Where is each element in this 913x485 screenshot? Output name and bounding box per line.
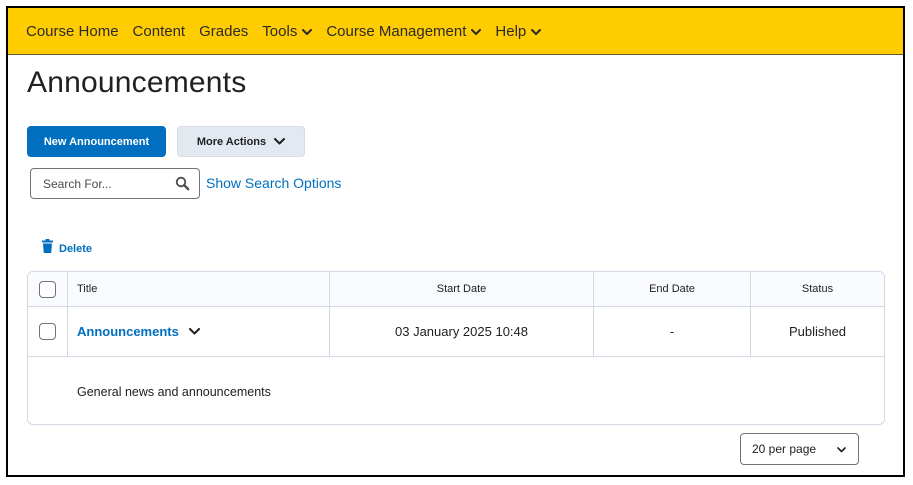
announcement-title-link[interactable]: Announcements — [77, 324, 179, 339]
row-start-date: 03 January 2025 10:48 — [330, 307, 594, 356]
search-box — [30, 168, 200, 199]
row-checkbox-cell — [28, 307, 68, 356]
nav-label: Help — [495, 22, 527, 40]
nav-label: Grades — [199, 22, 249, 40]
more-actions-label: More Actions — [196, 135, 267, 148]
course-navbar: Course Home Content Grades Tools Course … — [8, 8, 903, 55]
select-all-checkbox[interactable] — [39, 280, 56, 298]
row-status: Published — [788, 324, 847, 339]
search-icon[interactable] — [175, 176, 190, 196]
nav-content[interactable]: Content — [133, 23, 186, 40]
delete-label: Delete — [59, 242, 93, 255]
header-status: Status — [801, 283, 834, 295]
nav-label: Course Management — [326, 22, 467, 40]
nav-course-home[interactable]: Course Home — [26, 23, 119, 40]
show-search-options-link[interactable]: Show Search Options — [206, 175, 341, 191]
delete-button[interactable]: Delete — [42, 239, 92, 258]
chevron-down-icon[interactable] — [188, 328, 200, 335]
nav-tools[interactable]: Tools — [262, 22, 313, 40]
more-actions-button[interactable]: More Actions — [177, 126, 305, 157]
nav-grades[interactable]: Grades — [199, 23, 248, 40]
header-title: Title — [68, 272, 330, 306]
chevron-down-icon — [471, 23, 482, 40]
app-frame: Course Home Content Grades Tools Course … — [6, 6, 905, 477]
chevron-down-icon — [302, 23, 313, 40]
nav-label: Tools — [262, 22, 298, 40]
announcements-table: Title Start Date End Date Status Announc… — [27, 271, 885, 425]
nav-course-management[interactable]: Course Management — [326, 22, 482, 40]
row-description: General news and announcements — [77, 384, 271, 399]
new-announcement-button[interactable]: New Announcement — [27, 126, 166, 157]
nav-label: Course Home — [26, 22, 119, 40]
chevron-down-icon — [274, 136, 286, 148]
chevron-down-icon — [837, 442, 846, 456]
header-start-date: Start Date — [330, 272, 594, 306]
per-page-value: 20 per page — [752, 442, 817, 456]
trash-icon — [42, 239, 53, 258]
page-title: Announcements — [27, 66, 247, 99]
row-end-date: - — [594, 307, 751, 356]
row-checkbox[interactable] — [39, 323, 56, 340]
search-input[interactable] — [41, 175, 175, 192]
per-page-select[interactable]: 20 per page — [740, 433, 859, 465]
table-row: Announcements 03 January 2025 10:48 - Pu… — [28, 307, 884, 357]
header-end-date: End Date — [594, 272, 751, 306]
header-checkbox-cell — [28, 272, 68, 306]
chevron-down-icon — [531, 23, 542, 40]
nav-help[interactable]: Help — [495, 22, 542, 40]
table-header: Title Start Date End Date Status — [28, 272, 884, 307]
row-title-cell: Announcements — [68, 307, 330, 356]
nav-label: Content — [132, 22, 186, 40]
